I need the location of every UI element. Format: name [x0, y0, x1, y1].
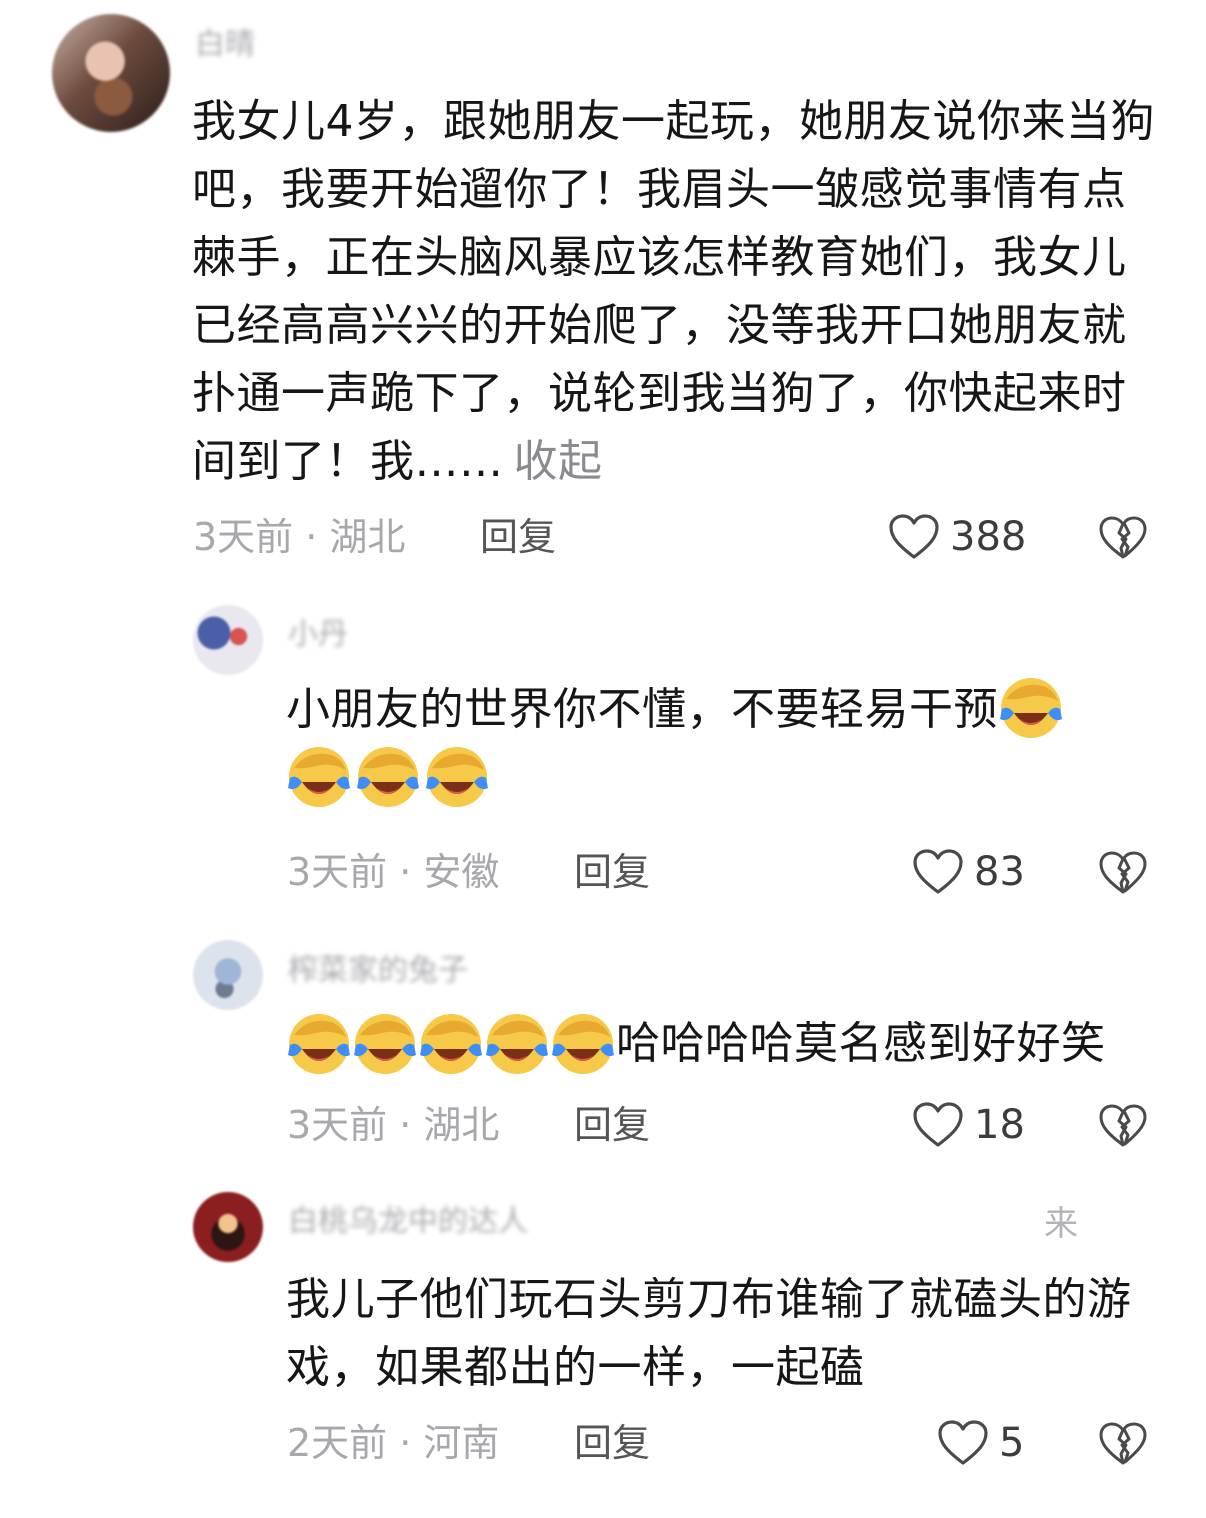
- comment-meta: 3天前 · 湖北 回复 388: [0, 512, 1206, 562]
- avatar[interactable]: [193, 1192, 263, 1262]
- broken-heart-icon[interactable]: [1098, 850, 1148, 896]
- like-button[interactable]: 83: [912, 847, 1025, 897]
- reply-time-location: 3天前 · 安徽: [287, 850, 500, 894]
- broken-heart-icon[interactable]: [1098, 1103, 1148, 1149]
- like-button[interactable]: 18: [912, 1100, 1025, 1150]
- like-count: 388: [950, 514, 1027, 560]
- reply-button[interactable]: 回复: [480, 512, 556, 562]
- like-button[interactable]: 388: [888, 512, 1026, 562]
- like-button[interactable]: 5: [937, 1418, 1024, 1468]
- reply-time-location: 2天前 · 河南: [287, 1421, 500, 1465]
- comment-username[interactable]: 白晴: [195, 28, 305, 62]
- emoji-row: [286, 747, 490, 822]
- comment-body: 我女儿4岁，跟她朋友一起玩，她朋友说你来当狗吧，我要开始遛你了！我眉头一皱感觉事…: [192, 96, 1155, 487]
- laughing-crying-emoji-icon: [352, 1011, 418, 1077]
- reply-time-location: 3天前 · 湖北: [287, 1103, 500, 1147]
- avatar[interactable]: [193, 605, 263, 675]
- laughing-crying-emoji-icon: [484, 1011, 550, 1077]
- reply-button[interactable]: 回复: [574, 1418, 650, 1468]
- broken-heart-icon[interactable]: [1098, 515, 1148, 561]
- reply-body: 我儿子他们玩石头剪刀布谁输了就磕头的游戏，如果都出的一样，一起磕: [286, 1274, 1132, 1393]
- comment-time-location: 3天前 · 湖北: [193, 515, 406, 559]
- reply-username[interactable]: 榨菜家的兔子: [288, 954, 588, 988]
- reply-username-tail: 来: [1044, 1204, 1078, 1244]
- reply-meta: 2天前 · 河南 回复 5: [0, 1418, 1206, 1468]
- reply-text: 我儿子他们玩石头剪刀布谁输了就磕头的游戏，如果都出的一样，一起磕: [286, 1266, 1166, 1402]
- reply-body: 哈哈哈哈莫名感到好好笑: [616, 1018, 1106, 1069]
- laughing-crying-emoji-icon: [550, 1011, 616, 1077]
- reply-body: 小朋友的世界你不懂，不要轻易干预: [286, 684, 998, 735]
- broken-heart-icon[interactable]: [1098, 1421, 1148, 1467]
- laughing-crying-emoji-icon: [418, 1011, 484, 1077]
- laughing-crying-emoji-icon: [286, 1011, 352, 1077]
- like-count: 5: [999, 1420, 1025, 1466]
- reply-button[interactable]: 回复: [574, 847, 650, 897]
- laughing-crying-emoji-icon: [286, 744, 352, 810]
- heart-icon: [937, 1419, 989, 1467]
- reply-button[interactable]: 回复: [574, 1100, 650, 1150]
- heart-icon: [912, 848, 964, 896]
- avatar[interactable]: [52, 14, 170, 132]
- reply-meta: 3天前 · 安徽 回复 83: [0, 847, 1206, 897]
- reply-meta: 3天前 · 湖北 回复 18: [0, 1100, 1206, 1150]
- laughing-crying-emoji-icon: [998, 675, 1064, 741]
- reply-text: 小朋友的世界你不懂，不要轻易干预: [286, 676, 1166, 744]
- reply-text: 哈哈哈哈莫名感到好好笑: [286, 1010, 1166, 1078]
- like-count: 83: [974, 849, 1025, 895]
- like-count: 18: [974, 1102, 1025, 1148]
- laughing-crying-emoji-icon: [424, 744, 490, 810]
- heart-icon: [888, 513, 940, 561]
- reply-username[interactable]: 白桃乌龙中的达人: [288, 1205, 1048, 1239]
- collapse-link[interactable]: 收起: [514, 436, 603, 487]
- avatar[interactable]: [193, 940, 263, 1010]
- reply-username[interactable]: 小丹: [288, 618, 408, 652]
- heart-icon: [912, 1101, 964, 1149]
- laughing-crying-emoji-icon: [355, 744, 421, 810]
- comment-text: 我女儿4岁，跟她朋友一起玩，她朋友说你来当狗吧，我要开始遛你了！我眉头一皱感觉事…: [192, 88, 1167, 496]
